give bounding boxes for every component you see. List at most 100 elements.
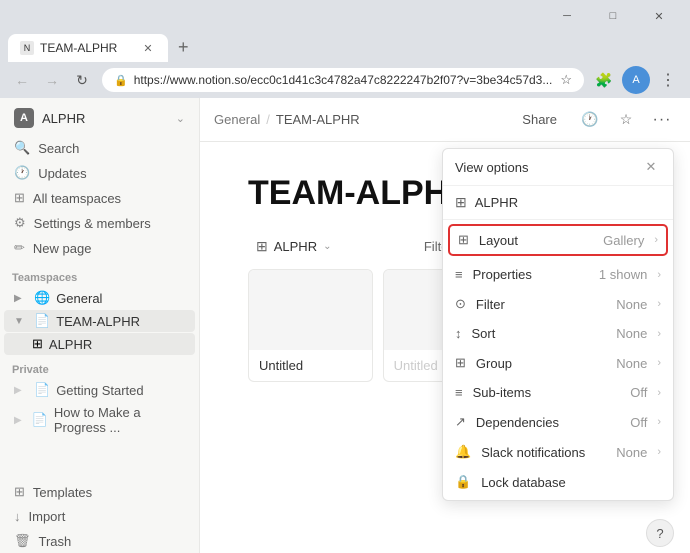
sidebar-item-new-page[interactable]: ✏ New page <box>4 236 195 260</box>
sidebar-item-search[interactable]: 🔍 Search <box>4 136 195 160</box>
topbar-more-button[interactable]: ··· <box>648 106 676 134</box>
new-tab-button[interactable]: + <box>168 32 199 62</box>
sidebar-item-team-alphr[interactable]: ▼ 📄 TEAM-ALPHR <box>4 310 195 332</box>
how-to-label: How to Make a Progress ... <box>54 405 185 435</box>
panel-items-list: ⊞ Layout Gallery › ≡ Properties 1 shown … <box>443 220 673 500</box>
lock-db-label: Lock database <box>481 475 661 490</box>
alphr-label: ALPHR <box>49 337 92 352</box>
back-button[interactable]: ← <box>8 66 36 94</box>
alphr-icon: ⊞ <box>32 336 43 352</box>
trash-label: Trash <box>39 534 72 549</box>
history-button[interactable]: 🕐 <box>576 106 604 134</box>
tab-favicon: N <box>20 41 34 55</box>
panel-item-layout[interactable]: ⊞ Layout Gallery › <box>448 224 668 256</box>
how-to-icon: 📄 <box>32 412 48 428</box>
search-icon: 🔍 <box>14 140 30 156</box>
maximize-button[interactable]: □ <box>590 0 636 32</box>
breadcrumb-separator: / <box>266 112 270 127</box>
filter-arrow-icon: › <box>657 298 661 310</box>
favorite-button[interactable]: ☆ <box>612 106 640 134</box>
panel-item-filter[interactable]: ⊙ Filter None › <box>443 289 673 319</box>
sidebar-new-page-label: New page <box>33 241 92 256</box>
extensions-icon[interactable]: 🧩 <box>590 66 618 94</box>
profile-icon[interactable]: A <box>622 66 650 94</box>
teamspaces-section-label: Teamspaces <box>0 264 199 287</box>
sidebar-item-how-to[interactable]: ▶ 📄 How to Make a Progress ... <box>4 402 195 438</box>
help-button[interactable]: ? <box>646 519 674 547</box>
subitems-value: Off <box>630 385 647 400</box>
panel-item-dependencies[interactable]: ↗ Dependencies Off › <box>443 407 673 437</box>
sidebar-item-general[interactable]: ▶ 🌐 General <box>4 287 195 309</box>
sort-icon: ↕ <box>455 326 462 341</box>
share-button[interactable]: Share <box>511 107 568 132</box>
panel-item-subitems[interactable]: ≡ Sub-items Off › <box>443 378 673 407</box>
view-options-panel: View options ✕ ⊞ ALPHR ⊞ Layout <box>442 148 674 501</box>
sidebar-item-settings[interactable]: ⚙ Settings & members <box>4 211 195 235</box>
filter-value: None <box>616 297 647 312</box>
getting-started-label: Getting Started <box>56 383 143 398</box>
panel-view-name-label: ALPHR <box>475 195 661 210</box>
tab-title: TEAM-ALPHR <box>40 41 134 55</box>
sidebar-item-trash[interactable]: 🗑 Trash <box>4 529 195 553</box>
team-alphr-label: TEAM-ALPHR <box>56 314 140 329</box>
breadcrumb: General / TEAM-ALPHR <box>214 112 503 127</box>
lock-db-icon: 🔒 <box>455 474 471 490</box>
panel-item-lock-db[interactable]: 🔒 Lock database <box>443 467 673 497</box>
sidebar-item-import[interactable]: ↓ Import <box>4 505 195 528</box>
dependencies-arrow-icon: › <box>657 416 661 428</box>
forward-button[interactable]: → <box>38 66 66 94</box>
trash-icon: 🗑 <box>14 533 31 549</box>
panel-item-properties[interactable]: ≡ Properties 1 shown › <box>443 260 673 289</box>
reload-button[interactable]: ↻ <box>68 66 96 94</box>
team-alphr-icon: 📄 <box>34 313 50 329</box>
group-value: None <box>616 356 647 371</box>
panel-item-copy-link[interactable]: 🔗 Copy link to view <box>443 497 673 500</box>
subitems-label: Sub-items <box>473 385 621 400</box>
sidebar-item-updates[interactable]: 🕐 Updates <box>4 161 195 185</box>
panel-item-slack[interactable]: 🔔 Slack notifications None › <box>443 437 673 467</box>
layout-arrow-icon: › <box>654 234 658 246</box>
tab-close-icon[interactable]: ✕ <box>140 40 156 56</box>
browser-menu-icon[interactable]: ⋮ <box>654 66 682 94</box>
breadcrumb-current: TEAM-ALPHR <box>276 112 360 127</box>
sidebar-updates-label: Updates <box>38 166 86 181</box>
slack-icon: 🔔 <box>455 444 471 460</box>
filter-icon: ⊙ <box>455 296 466 312</box>
group-label: Group <box>476 356 606 371</box>
active-tab[interactable]: N TEAM-ALPHR ✕ <box>8 34 168 62</box>
sidebar-item-all-teamspaces[interactable]: ⊞ All teamspaces <box>4 186 195 210</box>
dependencies-icon: ↗ <box>455 414 466 430</box>
teamspaces-icon: ⊞ <box>14 190 25 206</box>
sidebar-item-templates[interactable]: ⊞ Templates <box>4 480 195 504</box>
panel-item-sort[interactable]: ↕ Sort None › <box>443 319 673 348</box>
sidebar: A ALPHR ⌄ 🔍 Search 🕐 Updates ⊞ All teams… <box>0 98 200 553</box>
sidebar-item-getting-started[interactable]: ▶ 📄 Getting Started <box>4 379 195 401</box>
db-view-button[interactable]: ⊞ ALPHR ⌄ <box>248 235 339 258</box>
sort-label: Sort <box>472 326 607 341</box>
url-text: https://www.notion.so/ecc0c1d41c3c4782a4… <box>134 73 555 87</box>
panel-view-name-icon: ⊞ <box>455 194 467 211</box>
slack-arrow-icon: › <box>657 446 661 458</box>
sidebar-teamspaces-label: All teamspaces <box>33 191 121 206</box>
close-button[interactable]: ✕ <box>636 0 682 32</box>
properties-value: 1 shown <box>599 267 647 282</box>
general-icon: 🌐 <box>34 290 50 306</box>
panel-view-name-row[interactable]: ⊞ ALPHR <box>443 186 673 220</box>
address-bar[interactable]: 🔒 https://www.notion.so/ecc0c1d41c3c4782… <box>102 68 584 92</box>
db-view-icon: ⊞ <box>256 238 268 255</box>
panel-close-button[interactable]: ✕ <box>641 157 661 177</box>
filter-label: Filter <box>476 297 606 312</box>
topbar: General / TEAM-ALPHR Share 🕐 ☆ ··· <box>200 98 690 142</box>
panel-item-group[interactable]: ⊞ Group None › <box>443 348 673 378</box>
layout-label: Layout <box>479 233 593 248</box>
sidebar-item-alphr[interactable]: ⊞ ALPHR <box>4 333 195 355</box>
breadcrumb-general[interactable]: General <box>214 112 260 127</box>
settings-icon: ⚙ <box>14 215 26 231</box>
group-icon: ⊞ <box>455 355 466 371</box>
workspace-icon: A <box>14 108 34 128</box>
star-icon[interactable]: ☆ <box>560 72 572 88</box>
properties-label: Properties <box>473 267 589 282</box>
minimize-button[interactable]: ─ <box>544 0 590 32</box>
gallery-card-0[interactable]: Untitled <box>248 269 373 382</box>
workspace-selector[interactable]: A ALPHR ⌄ <box>4 104 195 132</box>
